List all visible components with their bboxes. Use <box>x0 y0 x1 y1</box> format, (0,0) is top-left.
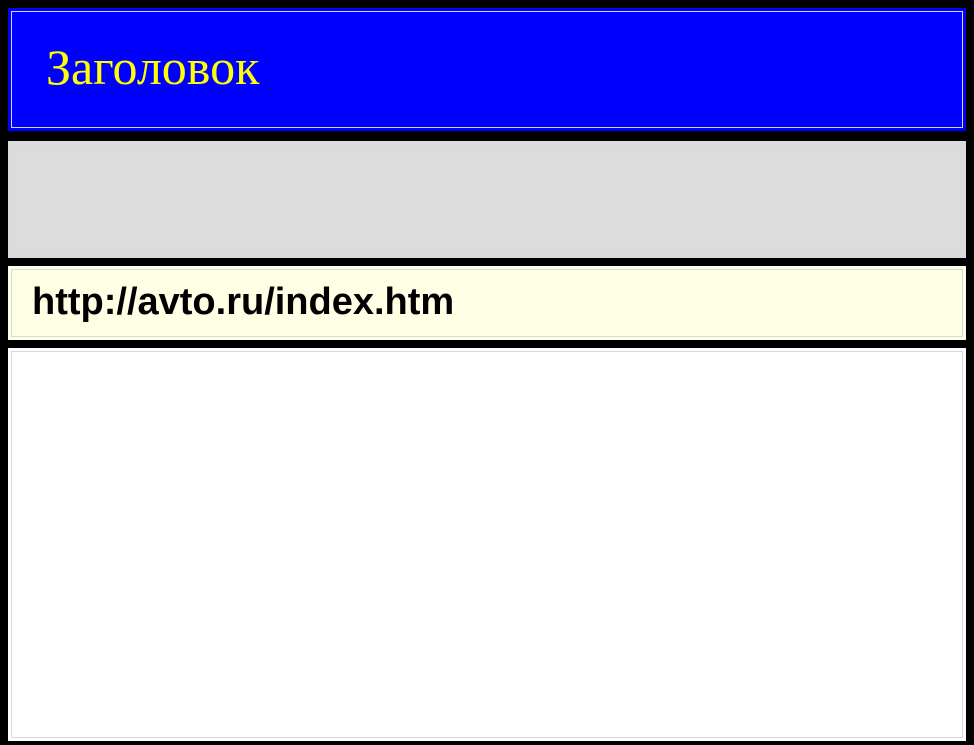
title-bar: Заголовок <box>6 6 968 133</box>
address-bar[interactable]: http://avto.ru/index.htm <box>6 264 968 342</box>
window-title: Заголовок <box>46 39 260 95</box>
page-content-area <box>6 346 968 743</box>
address-url[interactable]: http://avto.ru/index.htm <box>32 283 454 321</box>
browser-window: Заголовок http://avto.ru/index.htm <box>0 0 974 745</box>
toolbar-area <box>6 139 968 260</box>
